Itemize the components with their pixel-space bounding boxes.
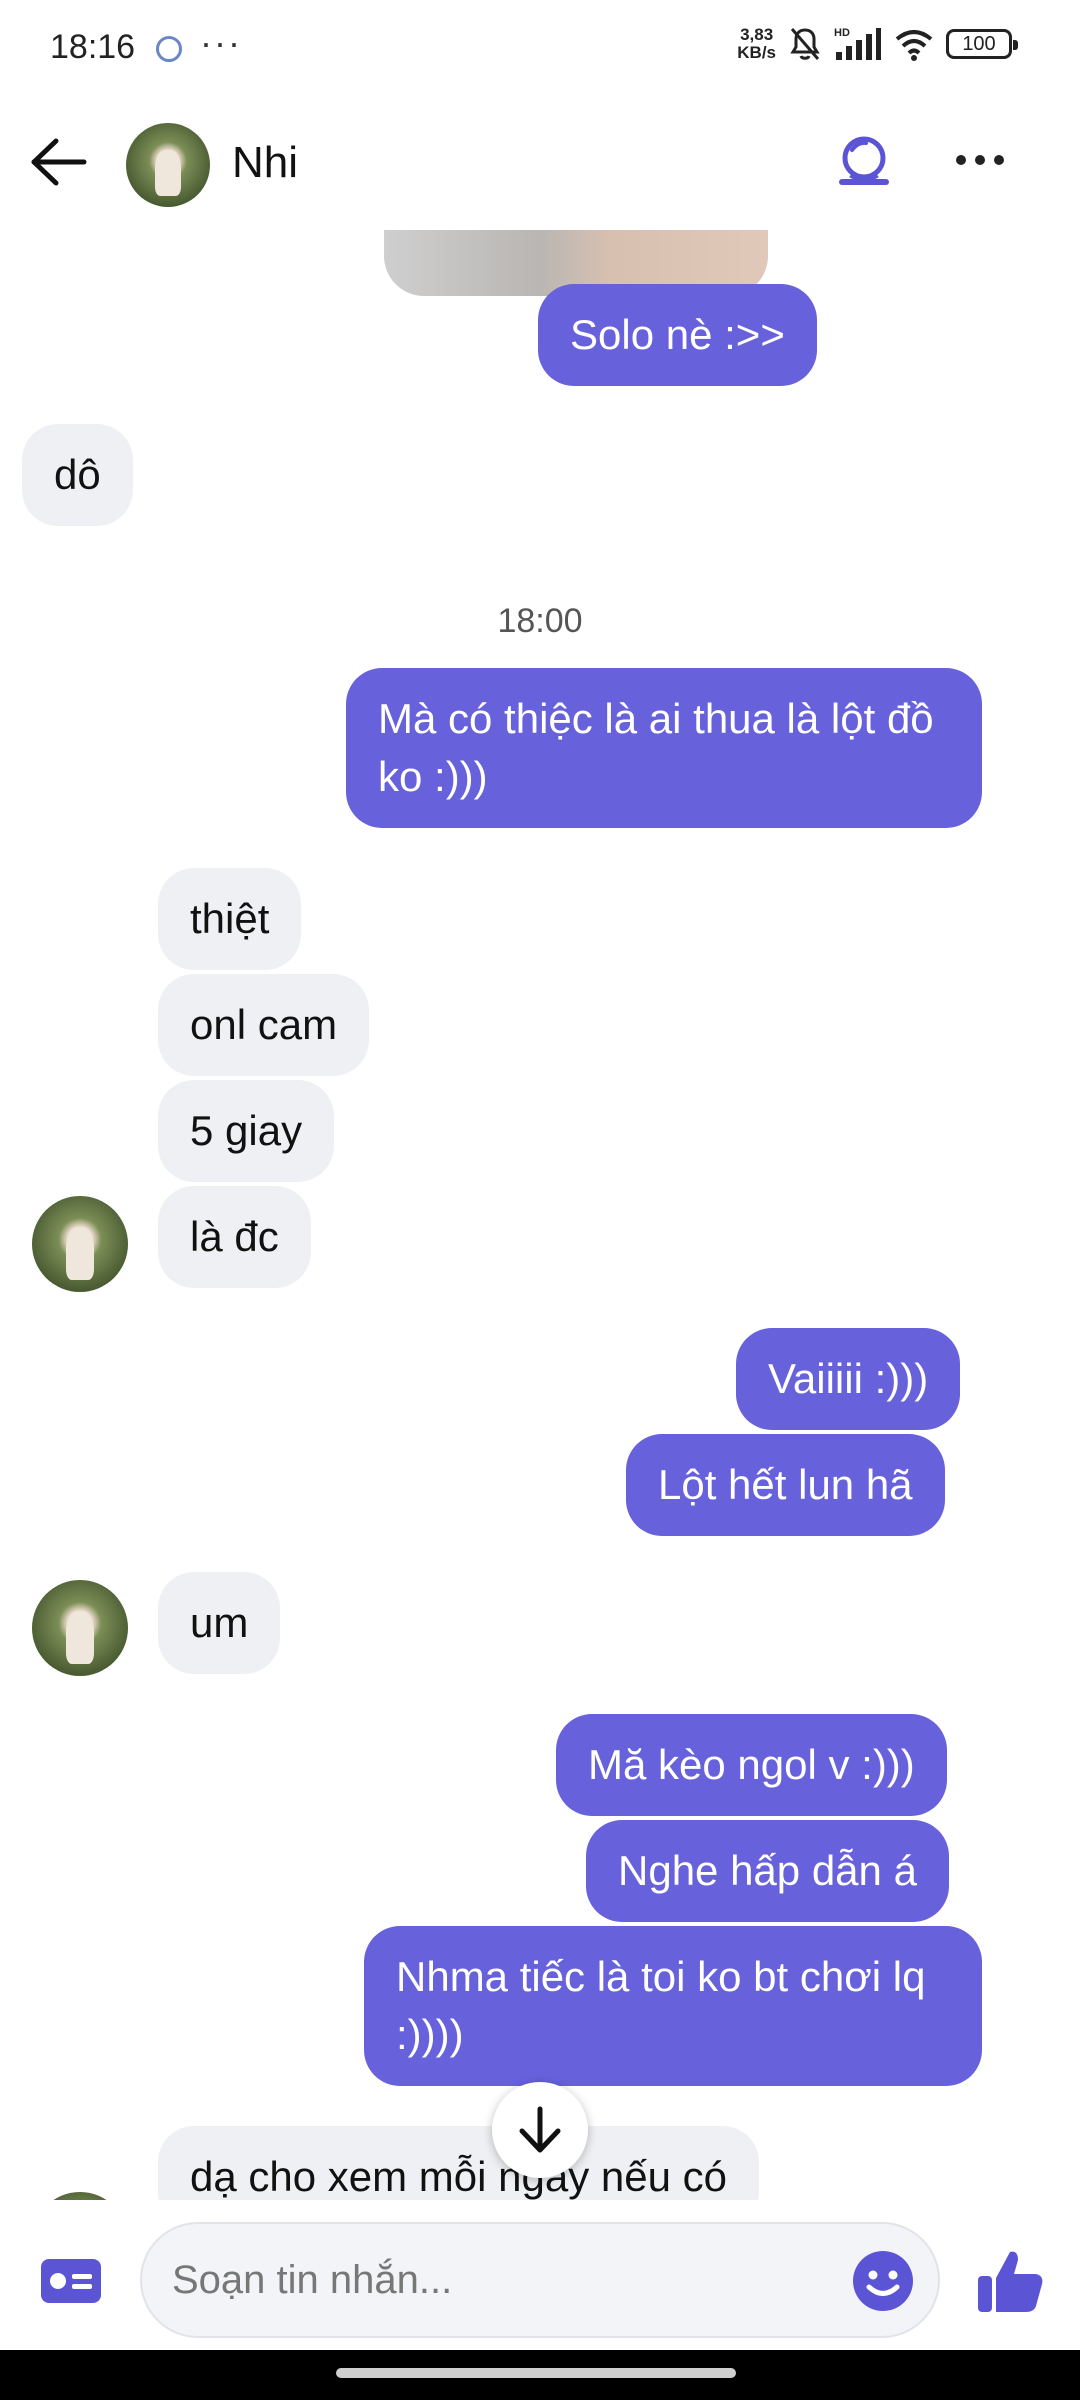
thumbs-up-icon <box>978 2251 1043 2312</box>
network-speed-unit: KB/s <box>737 43 776 62</box>
sender-avatar[interactable] <box>32 1580 128 1676</box>
emoji-button[interactable] <box>852 2250 914 2312</box>
message-input[interactable] <box>172 2224 832 2336</box>
message-input-container[interactable] <box>140 2222 940 2338</box>
signal-icon: HD <box>834 27 881 60</box>
message-incoming[interactable]: dạ cho xem mỗi ngày nếu có <box>158 2126 759 2200</box>
smiley-icon <box>853 2251 913 2311</box>
sender-avatar[interactable] <box>32 2192 128 2200</box>
status-indicators: 3,83 KB/s HD 100 <box>737 26 1018 62</box>
wifi-icon <box>895 30 933 61</box>
status-time: 18:16 <box>50 28 136 66</box>
message-incoming[interactable]: onl cam <box>158 974 370 1076</box>
message-outgoing[interactable]: Mă kèo ngol v :))) <box>556 1714 947 1816</box>
message-outgoing[interactable]: Vaiiiii :))) <box>736 1328 961 1430</box>
hd-label: HD <box>834 27 850 39</box>
contact-name[interactable]: Nhi <box>232 138 298 188</box>
contact-card-icon <box>41 2259 101 2303</box>
message-incoming[interactable]: um <box>158 1572 281 1674</box>
mute-bell-icon <box>790 28 820 60</box>
app-notification-icon <box>156 36 182 62</box>
message-incoming[interactable]: là đc <box>158 1186 311 1288</box>
system-nav-bar <box>0 2350 1080 2400</box>
message-outgoing[interactable]: Solo nè :>> <box>538 284 817 386</box>
battery-indicator: 100 <box>946 29 1018 59</box>
message-composer <box>0 2200 1080 2350</box>
sender-avatar[interactable] <box>32 1196 128 1292</box>
like-button[interactable] <box>976 2248 1046 2314</box>
status-bar: 18:16 ··· 3,83 KB/s HD 100 <box>0 0 1080 100</box>
message-outgoing[interactable]: Nghe hấp dẫn á <box>586 1820 949 1922</box>
video-call-button[interactable] <box>832 132 894 194</box>
message-outgoing[interactable]: Lột hết lun hã <box>626 1434 945 1536</box>
arrow-left-icon <box>31 138 87 186</box>
message-list[interactable]: Solo nè :>> dô 18:00 Mà có thiệc là ai t… <box>0 230 1080 2200</box>
contact-avatar[interactable] <box>126 123 210 207</box>
message-incoming[interactable]: dô <box>22 424 133 526</box>
time-divider: 18:00 <box>497 602 583 640</box>
scroll-to-bottom-button[interactable] <box>492 2082 588 2178</box>
arrow-down-icon <box>519 2106 561 2153</box>
message-incoming[interactable]: thiệt <box>158 868 302 970</box>
status-more-indicator: ··· <box>200 22 242 63</box>
message-outgoing[interactable]: Mà có thiệc là ai thua là lột đồ ko :))) <box>346 668 982 828</box>
network-speed-value: 3,83 <box>740 25 774 44</box>
video-call-icon <box>839 136 889 185</box>
message-incoming[interactable]: 5 giay <box>158 1080 335 1182</box>
back-button[interactable] <box>26 130 90 194</box>
message-outgoing[interactable]: Nhma tiếc là toi ko bt chơi lq :)))) <box>364 1926 982 2086</box>
contact-card-button[interactable] <box>40 2258 102 2304</box>
home-gesture-pill[interactable] <box>336 2368 736 2378</box>
more-dots-icon <box>956 155 1004 165</box>
chat-header: Nhi <box>0 100 1080 230</box>
network-speed: 3,83 KB/s <box>737 26 776 62</box>
more-options-button[interactable] <box>948 142 1012 182</box>
